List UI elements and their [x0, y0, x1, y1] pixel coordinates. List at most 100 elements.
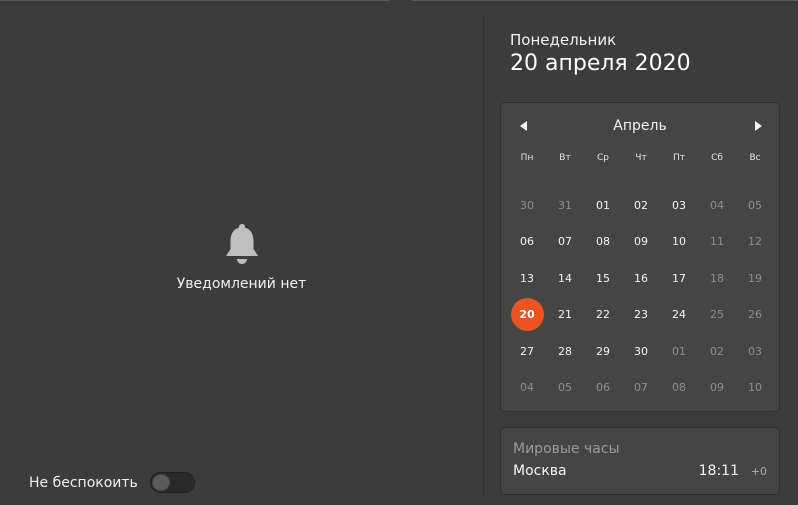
calendar-day[interactable]: 07	[622, 370, 660, 407]
calendar-day[interactable]: 18	[698, 260, 736, 297]
next-month-button[interactable]	[745, 115, 771, 137]
calendar-day[interactable]: 08	[584, 224, 622, 261]
weekday-header: Чт	[635, 153, 647, 163]
calendar-day[interactable]: 09	[698, 370, 736, 407]
calendar-day[interactable]: 19	[736, 260, 774, 297]
calendar-day-number: 29	[596, 344, 610, 358]
calendar-day-number: 26	[748, 308, 762, 322]
calendar-day[interactable]: 05	[546, 370, 584, 407]
world-clocks[interactable]: Мировые часы Москва 18:11 +0	[500, 427, 780, 495]
pane-divider	[483, 16, 484, 496]
month-calendar: Апрель Пн Вт Ср Чт Пт Сб Вс 30 31 01 02 03 04 05 06 07…	[500, 102, 780, 412]
calendar-day-number: 04	[710, 198, 724, 212]
calendar-day[interactable]: 27	[508, 333, 546, 370]
calendar-day-number: 08	[672, 381, 686, 395]
calendar-day[interactable]: 28	[546, 333, 584, 370]
calendar-day[interactable]: 21	[546, 297, 584, 334]
top-border-right	[412, 0, 798, 1]
calendar-day-number: 16	[634, 271, 648, 285]
calendar-day-number: 13	[520, 271, 534, 285]
calendar-day[interactable]: 25	[698, 297, 736, 334]
calendar-day[interactable]: 30	[508, 187, 546, 224]
no-notifications-placeholder: Уведомлений нет	[0, 222, 483, 292]
calendar-day-number: 30	[634, 344, 648, 358]
world-clock-entry: Москва 18:11 +0	[513, 463, 767, 483]
calendar-day[interactable]: 23	[622, 297, 660, 334]
calendar-day-number: 02	[710, 344, 724, 358]
calendar-day[interactable]: 04	[698, 187, 736, 224]
calendar-day-number: 06	[520, 235, 534, 249]
calendar-day[interactable]: 06	[584, 370, 622, 407]
weekday-header: Пт	[672, 153, 685, 163]
do-not-disturb: Не беспокоить	[29, 472, 195, 493]
calendar-day-number: 09	[710, 381, 724, 395]
calendar-day[interactable]: 14	[546, 260, 584, 297]
calendar-notification-popover: Уведомлений нет Не беспокоить Понедельни…	[0, 0, 798, 505]
calendar-header: Апрель	[501, 115, 779, 137]
calendar-day-number: 14	[558, 271, 572, 285]
calendar-day[interactable]: 30	[622, 333, 660, 370]
calendar-day-today[interactable]: 20	[508, 297, 546, 334]
calendar-day-number: 02	[634, 198, 648, 212]
top-border-left	[0, 0, 389, 1]
calendar-day[interactable]: 02	[698, 333, 736, 370]
calendar-day[interactable]: 26	[736, 297, 774, 334]
triangle-left-icon	[520, 121, 527, 131]
calendar-day-number: 23	[634, 308, 648, 322]
clock-offset: +0	[750, 465, 767, 478]
calendar-day-number: 01	[596, 198, 610, 212]
current-weekday: Понедельник	[510, 31, 617, 49]
calendar-day[interactable]: 05	[736, 187, 774, 224]
weekday-header: Пн	[520, 153, 534, 163]
calendar-day[interactable]: 12	[736, 224, 774, 261]
calendar-day[interactable]: 09	[622, 224, 660, 261]
calendar-day[interactable]: 04	[508, 370, 546, 407]
calendar-day-number: 28	[558, 344, 572, 358]
calendar-day[interactable]: 22	[584, 297, 622, 334]
calendar-day[interactable]: 01	[660, 333, 698, 370]
calendar-day[interactable]: 13	[508, 260, 546, 297]
previous-month-button[interactable]	[511, 115, 537, 137]
calendar-day-number: 01	[672, 344, 686, 358]
calendar-day[interactable]: 31	[546, 187, 584, 224]
calendar-day[interactable]: 10	[660, 224, 698, 261]
calendar-day[interactable]: 06	[508, 224, 546, 261]
triangle-right-icon	[755, 121, 762, 131]
calendar-day[interactable]: 29	[584, 333, 622, 370]
world-clocks-title: Мировые часы	[513, 441, 620, 457]
do-not-disturb-switch[interactable]	[149, 472, 195, 493]
calendar-day-number: 19	[748, 271, 762, 285]
calendar-day[interactable]: 03	[660, 187, 698, 224]
weekday-header: Вс	[749, 153, 761, 163]
calendar-day-number: 05	[558, 381, 572, 395]
calendar-day[interactable]: 03	[736, 333, 774, 370]
calendar-day[interactable]: 07	[546, 224, 584, 261]
weekday-header: Вт	[559, 153, 571, 163]
current-date[interactable]: 20 апреля 2020	[510, 51, 691, 76]
calendar-day-number: 22	[596, 308, 610, 322]
calendar-day[interactable]: 24	[660, 297, 698, 334]
calendar-day[interactable]: 10	[736, 370, 774, 407]
weekday-header: Ср	[597, 153, 609, 163]
clock-time: 18:11	[698, 463, 739, 479]
calendar-day[interactable]: 08	[660, 370, 698, 407]
month-label[interactable]: Апрель	[613, 118, 666, 134]
calendar-day-number: 21	[558, 308, 572, 322]
calendar-day[interactable]: 02	[622, 187, 660, 224]
calendar-day-number: 11	[710, 235, 724, 249]
calendar-day-number: 25	[710, 308, 724, 322]
month-title: Апрель	[501, 118, 779, 134]
weekday-header-row: Пн Вт Ср Чт Пт Сб Вс	[508, 153, 774, 167]
calendar-day[interactable]: 17	[660, 260, 698, 297]
calendar-day[interactable]: 01	[584, 187, 622, 224]
calendar-day[interactable]: 16	[622, 260, 660, 297]
calendar-day-number: 03	[672, 198, 686, 212]
calendar-day-number: 09	[634, 235, 648, 249]
day-grid: 30 31 01 02 03 04 05 06 07 08 09 10 11 12 13 14 15 16 17 18…	[508, 187, 774, 406]
calendar-day-number: 17	[672, 271, 686, 285]
calendar-day-number: 10	[748, 381, 762, 395]
calendar-day[interactable]: 15	[584, 260, 622, 297]
calendar-day-number: 24	[672, 308, 686, 322]
calendar-day-number: 07	[558, 235, 572, 249]
calendar-day[interactable]: 11	[698, 224, 736, 261]
